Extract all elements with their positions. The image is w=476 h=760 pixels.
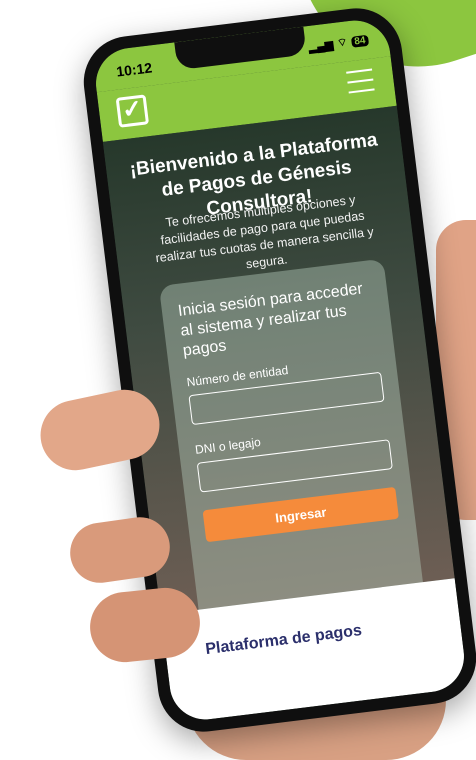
wifi-icon: ⌔ [336,36,349,50]
signal-icon: ▂▄▆ [308,38,335,54]
footer-title: Plataforma de pagos [204,622,363,659]
hamburger-menu-icon[interactable] [346,68,375,94]
status-icons: ▂▄▆ ⌔ 84 [308,33,370,54]
check-square-icon[interactable]: ✓ [115,94,150,128]
phone-notch [174,26,307,71]
login-button[interactable]: Ingresar [202,486,399,543]
battery-icon: 84 [350,34,370,48]
login-card: Inicia sesión para acceder al sistema y … [158,258,425,624]
login-title: Inicia sesión para acceder al sistema y … [177,280,364,360]
status-time: 10:12 [115,59,153,80]
